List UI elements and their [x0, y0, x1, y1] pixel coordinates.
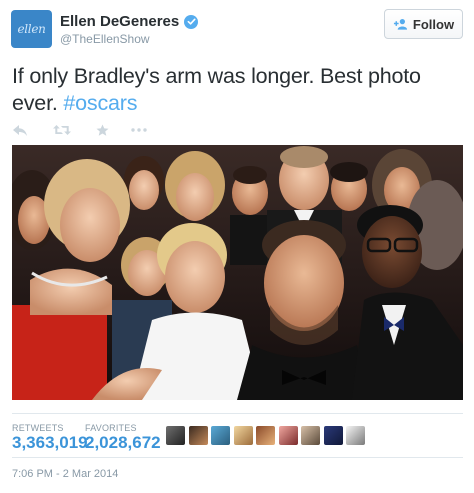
follow-button[interactable]: Follow: [384, 9, 463, 39]
favorites-label: FAVORITES: [85, 423, 137, 433]
hashtag-link[interactable]: #oscars: [63, 91, 137, 115]
favorites-count[interactable]: 2,028,672: [85, 433, 161, 453]
reply-button[interactable]: [12, 122, 28, 138]
tweet-card: ellen Ellen DeGeneres @TheEllenShow Foll…: [0, 0, 474, 493]
follow-label: Follow: [412, 16, 455, 32]
favorited-by-avatars: [166, 426, 369, 445]
more-icon: [131, 128, 147, 132]
favoriter-avatar[interactable]: [166, 426, 185, 445]
stats-divider-bottom: [12, 457, 463, 458]
verified-badge-icon: [184, 14, 199, 29]
tweet-photo[interactable]: [12, 145, 463, 400]
reply-icon: [13, 124, 27, 136]
add-user-icon: [393, 19, 407, 30]
avatar-logo-text: ellen: [17, 22, 46, 36]
favoriter-avatar[interactable]: [233, 426, 253, 445]
favoriter-avatar[interactable]: [188, 426, 208, 445]
retweet-button[interactable]: [53, 122, 71, 138]
retweet-icon: [53, 125, 71, 135]
tweet-timestamp[interactable]: 7:06 PM - 2 Mar 2014: [12, 468, 118, 480]
favoriter-avatar[interactable]: [323, 426, 343, 445]
favorite-button[interactable]: [95, 122, 109, 138]
favorite-icon: [96, 124, 108, 136]
retweets-label: RETWEETS: [12, 423, 64, 433]
favoriter-avatar[interactable]: [278, 426, 298, 445]
tweet-text: If only Bradley's arm was longer. Best p…: [12, 63, 467, 117]
group-selfie-image: [12, 145, 463, 400]
avatar[interactable]: ellen: [11, 10, 52, 48]
favoriter-avatar[interactable]: [256, 426, 275, 445]
stats-divider-top: [12, 413, 463, 414]
tweet-actions: [12, 122, 147, 138]
name-row: Ellen DeGeneres: [60, 13, 199, 30]
favoriter-avatar[interactable]: [301, 426, 320, 445]
favoriter-avatar[interactable]: [346, 426, 365, 445]
retweets-count[interactable]: 3,363,019: [12, 433, 88, 453]
more-button[interactable]: [131, 122, 147, 138]
user-handle[interactable]: @TheEllenShow: [60, 32, 150, 46]
favoriter-avatar[interactable]: [211, 426, 230, 445]
display-name[interactable]: Ellen DeGeneres: [60, 13, 179, 30]
